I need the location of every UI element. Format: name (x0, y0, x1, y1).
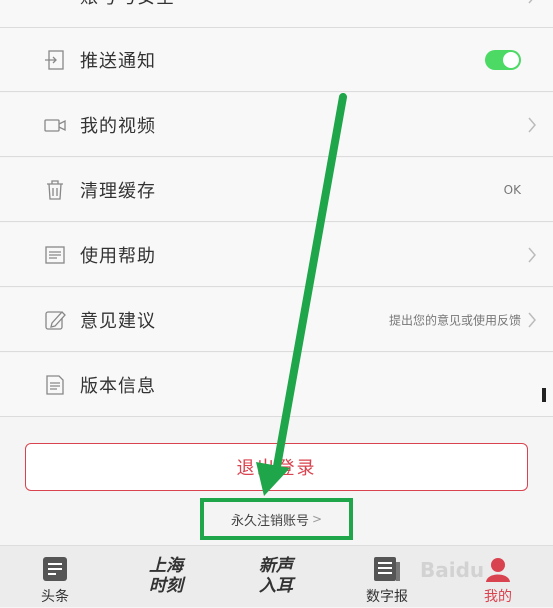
settings-row-help[interactable]: 使用帮助 (0, 223, 553, 287)
help-document-icon (45, 245, 65, 264)
settings-row-push-notifications[interactable]: 推送通知 (0, 28, 553, 92)
settings-row-account-security[interactable]: 账号与安全 (0, 0, 553, 28)
cache-status-value: OK (503, 182, 521, 197)
logout-button[interactable]: 退出登录 (25, 443, 528, 491)
version-document-icon (46, 374, 64, 395)
chevron-right-icon: > (311, 512, 323, 526)
settings-row-version-info[interactable]: 版本信息 (0, 353, 553, 417)
video-camera-icon (44, 118, 66, 132)
tab-label: 头条 (41, 589, 69, 605)
settings-row-label: 清理缓存 (80, 180, 156, 202)
digital-paper-icon (374, 557, 400, 581)
settings-row-label: 版本信息 (80, 375, 156, 397)
trash-icon (47, 179, 63, 200)
chevron-right-icon (528, 117, 536, 132)
settings-row-label: 我的视频 (80, 115, 156, 137)
settings-row-label: 使用帮助 (80, 245, 156, 267)
watermark: Baidu (420, 558, 485, 582)
settings-row-label: 推送通知 (80, 50, 156, 72)
settings-row-my-videos[interactable]: 我的视频 (0, 93, 553, 157)
scrollbar[interactable] (542, 388, 546, 402)
chevron-right-icon (528, 0, 533, 3)
chevron-right-icon (528, 312, 536, 327)
cancel-account-link[interactable]: 永久注销账号 > (200, 498, 353, 540)
push-notification-toggle[interactable] (485, 49, 521, 70)
settings-row-label: 意见建议 (80, 310, 156, 332)
cancel-account-label: 永久注销账号 (230, 513, 309, 529)
tab-headlines[interactable]: 头条 (30, 546, 80, 608)
push-notification-icon (45, 49, 64, 70)
tab-shanghai-moment[interactable]: 上海 时刻 (138, 546, 194, 608)
tab-label: 数字报 (366, 589, 408, 605)
settings-row-label: 账号与安全 (80, 0, 175, 9)
tab-label: 我的 (484, 589, 512, 605)
tab-new-voice[interactable]: 新声 入耳 (246, 546, 306, 608)
feedback-hint-text: 提出您的意见或使用反馈 (388, 313, 521, 327)
edit-icon (45, 310, 66, 330)
new-voice-logo: 新声 入耳 (259, 556, 293, 596)
settings-row-feedback[interactable]: 意见建议 提出您的意见或使用反馈 (0, 288, 553, 352)
shanghai-moment-logo: 上海 时刻 (149, 556, 183, 596)
toggle-knob (503, 51, 519, 68)
tab-digital-paper[interactable]: 数字报 (358, 546, 416, 608)
profile-icon (486, 558, 510, 582)
chevron-right-icon (528, 247, 536, 262)
news-icon (43, 557, 67, 581)
settings-row-clear-cache[interactable]: 清理缓存 OK (0, 158, 553, 222)
